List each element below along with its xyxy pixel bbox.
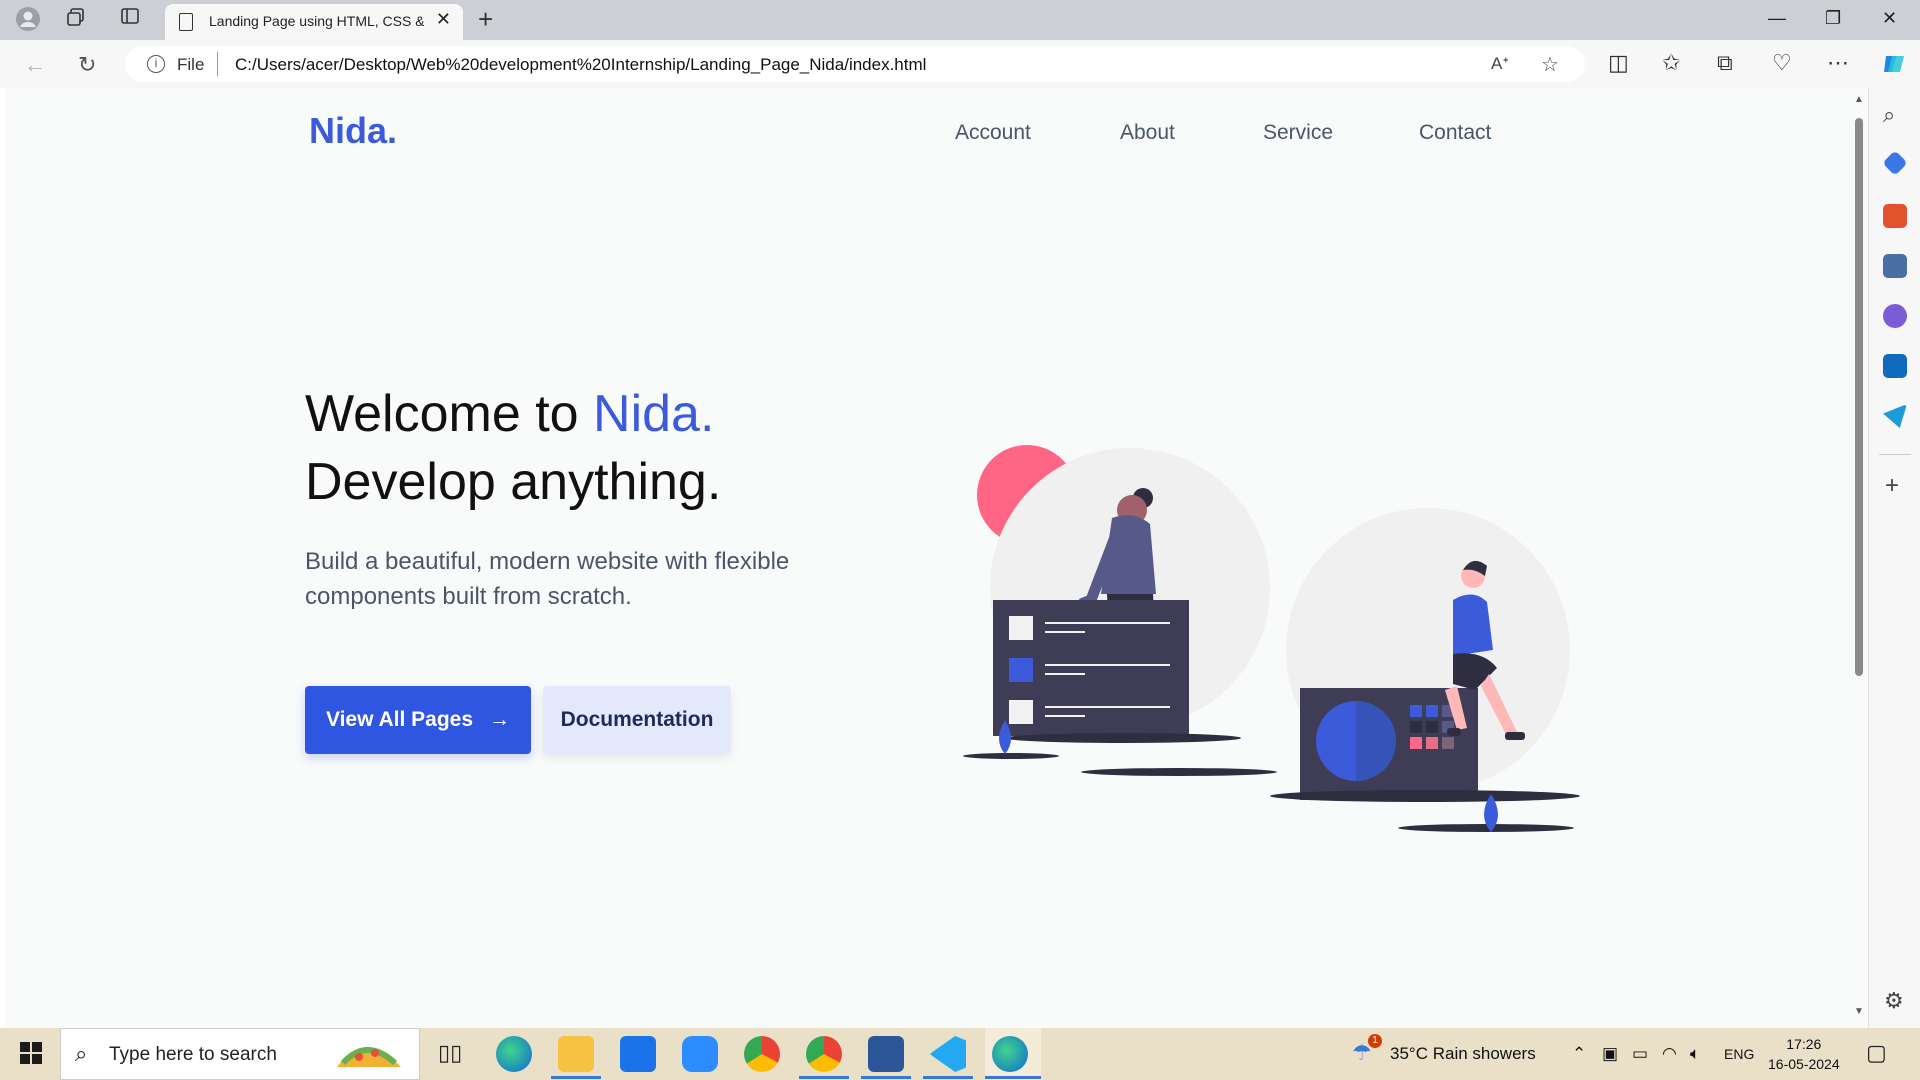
chrome-running-indicator — [799, 1076, 849, 1079]
arrow-right-icon: → — [489, 708, 511, 731]
scroll-down-icon[interactable]: ▼ — [1854, 1006, 1864, 1017]
more-options-icon[interactable]: ⋯ — [1827, 50, 1849, 76]
microsoft365-icon[interactable] — [1883, 304, 1907, 328]
scroll-up-icon[interactable]: ▲ — [1854, 94, 1864, 105]
nav-about[interactable]: About — [1120, 121, 1175, 145]
wifi-icon[interactable]: ◠ — [1662, 1044, 1677, 1064]
mail-icon[interactable] — [620, 1036, 656, 1072]
documentation-label: Documentation — [560, 708, 714, 731]
collections-icon[interactable]: ⧉ — [1717, 50, 1733, 76]
drop-send-icon[interactable] — [1883, 404, 1907, 428]
close-tab-icon[interactable]: ✕ — [436, 9, 451, 30]
file-explorer-icon[interactable] — [558, 1036, 594, 1072]
hero-title-prefix: Welcome to — [305, 385, 594, 443]
restore-icon[interactable]: ❐ — [1825, 8, 1841, 29]
nav-account[interactable]: Account — [955, 121, 1031, 145]
clock-time: 17:26 — [1786, 1036, 1822, 1052]
scheme-label: File — [177, 55, 205, 74]
games-icon[interactable] — [1883, 254, 1907, 278]
profile-icon[interactable] — [14, 6, 42, 34]
hero-illustration — [963, 445, 1580, 832]
volume-icon[interactable]: 🔈︎ — [1690, 1044, 1700, 1064]
back-icon[interactable]: ← — [24, 52, 46, 78]
vertical-tabs-icon[interactable] — [116, 6, 144, 34]
meet-now-icon[interactable]: ▣ — [1602, 1044, 1618, 1064]
active-tab[interactable]: Landing Page using HTML, CSS & JS ✕ — [165, 4, 463, 40]
outlook-icon[interactable] — [1883, 354, 1907, 378]
scrollbar-thumb[interactable] — [1855, 118, 1863, 676]
document-icon — [179, 13, 193, 31]
minimize-icon[interactable]: — — [1768, 8, 1786, 29]
taskbar-search-box[interactable]: ⌕ Type here to search — [60, 1028, 420, 1080]
taskbar-search-placeholder: Type here to search — [109, 1044, 277, 1065]
hero-title: Welcome to Nida. Develop anything. — [305, 380, 721, 516]
task-view-icon[interactable]: ▯▯ — [438, 1040, 462, 1066]
shopping-tag-icon[interactable] — [1882, 150, 1908, 176]
copilot-icon[interactable] — [1880, 50, 1908, 78]
add-sidebar-app-icon[interactable]: + — [1885, 472, 1899, 500]
windows-start-icon[interactable] — [20, 1042, 42, 1064]
address-toolbar: ← ↻ i File C:/Users/acer/Desktop/Web%20d… — [0, 40, 1920, 88]
taskbar-clock[interactable]: 17:26 16-05-2024 — [1768, 1034, 1840, 1074]
tools-icon[interactable] — [1883, 204, 1907, 228]
hero-title-line2: Develop anything. — [305, 453, 722, 511]
taco-search-highlight-icon — [337, 1047, 401, 1067]
zoom-icon[interactable] — [682, 1036, 718, 1072]
hero-subtitle: Build a beautiful, modern website with f… — [305, 548, 790, 610]
tab-title: Landing Page using HTML, CSS & JS — [209, 13, 424, 29]
chrome-profile-icon[interactable] — [806, 1036, 842, 1072]
refresh-icon[interactable]: ↻ — [78, 52, 96, 78]
read-aloud-icon[interactable]: Aᐩ — [1491, 54, 1509, 74]
nav-service[interactable]: Service — [1263, 121, 1333, 145]
hero-title-accent: Nida. — [593, 385, 715, 443]
clock-date: 16-05-2024 — [1768, 1056, 1840, 1072]
url-text[interactable]: C:/Users/acer/Desktop/Web%20development%… — [235, 55, 926, 75]
sidebar-search-icon[interactable]: ⌕ — [1883, 102, 1895, 128]
chrome-icon[interactable] — [744, 1036, 780, 1072]
window-close-icon[interactable]: ✕ — [1882, 8, 1897, 29]
browser-sidebar: ⌕ + ⚙ — [1868, 88, 1920, 1028]
sidebar-settings-icon[interactable]: ⚙ — [1884, 988, 1904, 1014]
edge-active-icon[interactable] — [992, 1036, 1028, 1072]
vscode-icon[interactable] — [930, 1036, 966, 1072]
show-hidden-icons-icon[interactable]: ⌃ — [1572, 1044, 1586, 1064]
edge-taskbar-icon[interactable] — [496, 1036, 532, 1072]
battery-icon[interactable]: ▭ — [1632, 1044, 1648, 1064]
browser-titlebar: Landing Page using HTML, CSS & JS ✕ + — … — [0, 0, 1920, 40]
edge-running-indicator — [985, 1076, 1041, 1079]
browser-essentials-icon[interactable]: ♡ — [1772, 50, 1792, 76]
weather-badge: 1 — [1368, 1034, 1382, 1048]
file-explorer-running-indicator — [551, 1076, 601, 1079]
split-screen-icon[interactable]: ◫ — [1608, 50, 1629, 76]
page-scrollbar[interactable]: ▲ ▼ — [1851, 88, 1867, 1028]
info-icon[interactable]: i — [147, 55, 165, 73]
search-icon: ⌕ — [75, 1041, 88, 1066]
page-viewport: Nida. Account About Service Contact Welc… — [5, 88, 1868, 1028]
word-icon[interactable] — [868, 1036, 904, 1072]
view-all-pages-label: View All Pages — [325, 708, 474, 731]
view-all-pages-button[interactable]: View All Pages → — [305, 686, 531, 754]
new-tab-button[interactable]: + — [478, 4, 493, 35]
documentation-button[interactable]: Documentation — [543, 686, 731, 754]
vscode-running-indicator — [923, 1076, 973, 1079]
divider — [217, 52, 218, 76]
site-logo[interactable]: Nida. — [309, 110, 397, 152]
sidebar-divider — [1879, 454, 1911, 455]
weather-text[interactable]: 35°C Rain showers — [1390, 1044, 1536, 1064]
workspaces-icon[interactable] — [62, 6, 90, 34]
windows-taskbar: ⌕ Type here to search ▯▯ ☂ 1 35°C Rain s… — [0, 1028, 1920, 1080]
address-bar[interactable]: i File C:/Users/acer/Desktop/Web%20devel… — [125, 46, 1585, 82]
notifications-icon[interactable]: ▢ — [1866, 1040, 1887, 1066]
nav-contact[interactable]: Contact — [1419, 121, 1491, 145]
language-indicator[interactable]: ENG — [1724, 1046, 1754, 1062]
favorites-icon[interactable]: ✩ — [1662, 50, 1680, 76]
word-running-indicator — [861, 1076, 911, 1079]
favorite-star-icon[interactable]: ☆ — [1541, 52, 1559, 77]
